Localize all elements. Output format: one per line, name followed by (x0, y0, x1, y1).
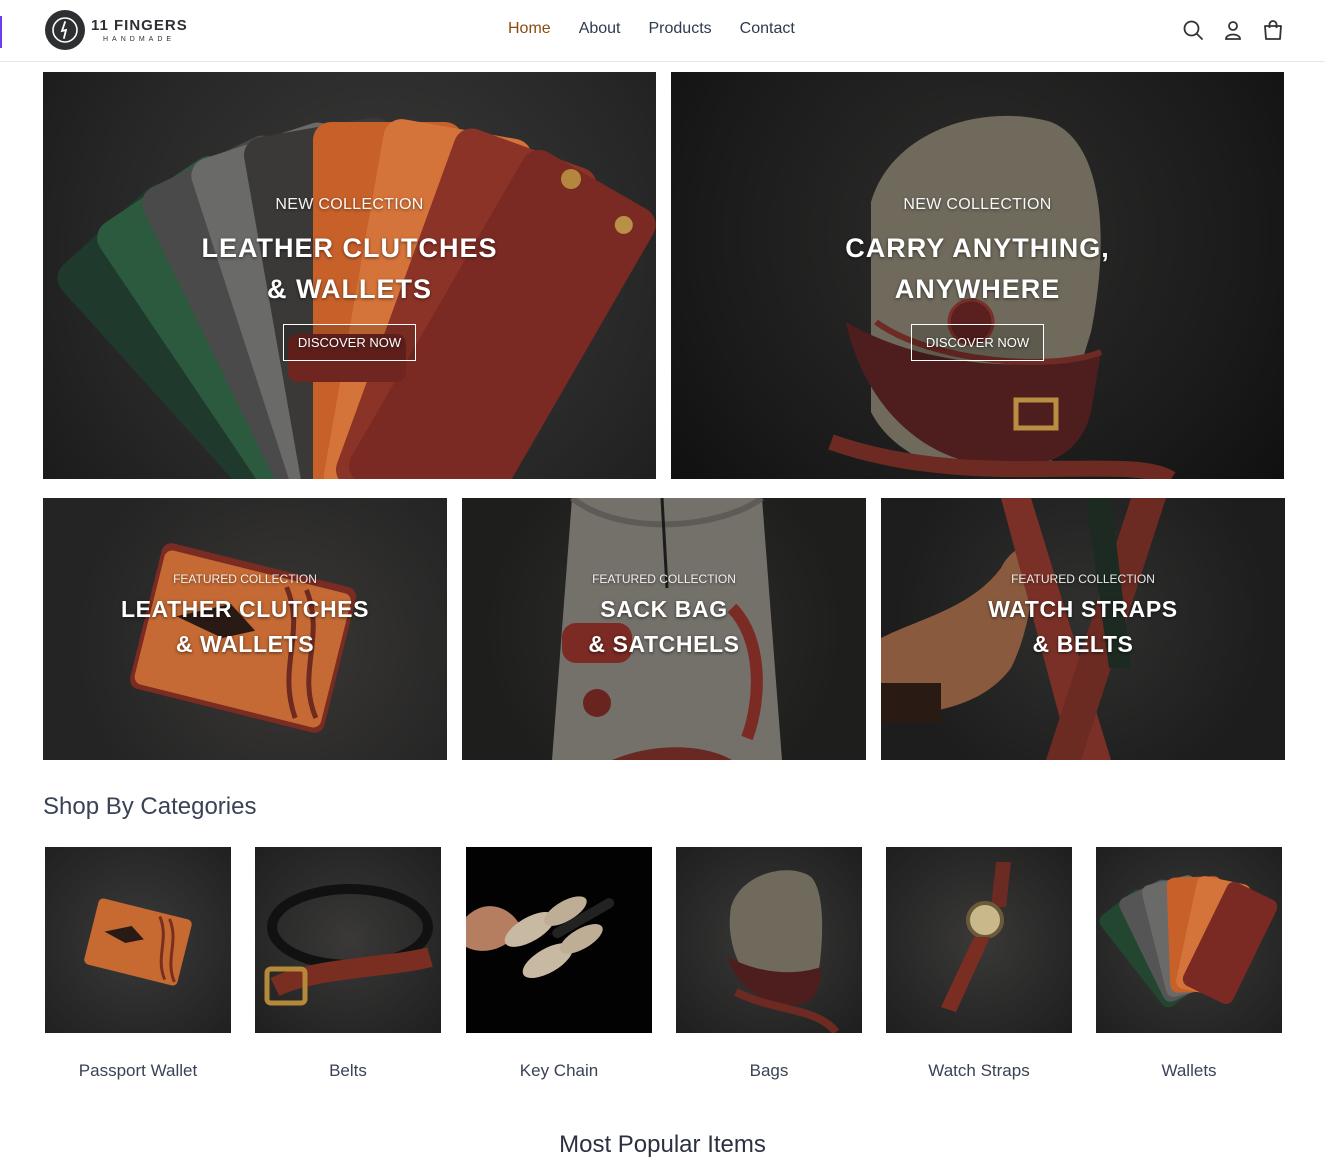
search-icon[interactable] (1181, 18, 1205, 42)
featured-title-line: LEATHER CLUTCHES (120, 596, 370, 622)
category-passport-wallet[interactable]: Passport Wallet (45, 847, 231, 1081)
nav-contact[interactable]: Contact (740, 20, 795, 38)
featured-kicker: FEATURED COLLECTION (592, 572, 736, 586)
featured-watch-straps[interactable]: FEATURED COLLECTION WATCH STRAPS & BELTS (881, 498, 1285, 760)
passport-wallet-image (45, 847, 231, 1033)
featured-title: SACK BAG & SATCHELS (462, 592, 866, 662)
featured-sack-bags[interactable]: FEATURED COLLECTION SACK BAG & SATCHELS (462, 498, 866, 760)
nav-about[interactable]: About (579, 20, 621, 38)
featured-title-line: & WALLETS (175, 631, 315, 657)
main-nav: Home About Products Contact (508, 20, 795, 38)
discover-now-button[interactable]: DISCOVER NOW (282, 324, 417, 361)
key-chain-image (466, 847, 652, 1033)
logo-badge-icon (45, 10, 85, 50)
category-label[interactable]: Passport Wallet (45, 1061, 231, 1081)
hero-title: CARRY ANYTHING, ANYWHERE (671, 228, 1284, 310)
category-watch-straps[interactable]: Watch Straps (886, 847, 1072, 1081)
category-label[interactable]: Watch Straps (886, 1061, 1072, 1081)
header-actions (1181, 18, 1285, 42)
hero-title-line: & WALLETS (267, 274, 432, 304)
hero-title: LEATHER CLUTCHES & WALLETS (43, 228, 656, 310)
featured-title: LEATHER CLUTCHES & WALLETS (43, 592, 447, 662)
cart-icon[interactable] (1261, 18, 1285, 42)
category-label[interactable]: Wallets (1096, 1061, 1282, 1081)
category-belts[interactable]: Belts (255, 847, 441, 1081)
hero-title-line: ANYWHERE (894, 274, 1061, 304)
hero-title-line: LEATHER CLUTCHES (201, 233, 498, 263)
brand-subtitle: HANDMADE (103, 35, 176, 43)
brand-logo[interactable]: 11 FINGERS HANDMADE (45, 10, 188, 50)
featured-title: WATCH STRAPS & BELTS (881, 592, 1285, 662)
bags-image (676, 847, 862, 1033)
category-label[interactable]: Bags (676, 1061, 862, 1081)
featured-title-line: WATCH STRAPS (988, 596, 1178, 622)
featured-title-line: SACK BAG (600, 596, 728, 622)
edge-marker (0, 16, 2, 48)
wallets-image (1096, 847, 1282, 1033)
belts-image (255, 847, 441, 1033)
category-label[interactable]: Belts (255, 1061, 441, 1081)
category-wallets[interactable]: Wallets (1096, 847, 1282, 1081)
site-header: 11 FINGERS HANDMADE Home About Products … (0, 0, 1325, 62)
featured-title-line: & BELTS (1032, 631, 1134, 657)
hero-title-line: CARRY ANYTHING, (845, 233, 1110, 263)
popular-items-heading: Most Popular Items (559, 1131, 766, 1158)
featured-kicker: FEATURED COLLECTION (173, 572, 317, 586)
nav-home[interactable]: Home (508, 20, 551, 38)
discover-now-button[interactable]: DISCOVER NOW (910, 324, 1045, 361)
watch-straps-image (886, 847, 1072, 1033)
brand-name: 11 FINGERS (91, 16, 188, 34)
category-key-chain[interactable]: Key Chain (466, 847, 652, 1081)
featured-clutches[interactable]: FEATURED COLLECTION LEATHER CLUTCHES & W… (43, 498, 447, 760)
featured-kicker: FEATURED COLLECTION (1011, 572, 1155, 586)
featured-title-line: & SATCHELS (588, 631, 740, 657)
hero-banner-bags[interactable]: NEW COLLECTION CARRY ANYTHING, ANYWHERE … (671, 72, 1284, 479)
hero-kicker: NEW COLLECTION (275, 196, 424, 213)
category-label[interactable]: Key Chain (466, 1061, 652, 1081)
category-bags[interactable]: Bags (676, 847, 862, 1081)
account-icon[interactable] (1221, 18, 1245, 42)
hero-banner-clutches[interactable]: NEW COLLECTION LEATHER CLUTCHES & WALLET… (43, 72, 656, 479)
nav-products[interactable]: Products (649, 20, 712, 38)
hero-kicker: NEW COLLECTION (903, 196, 1052, 213)
categories-heading: Shop By Categories (43, 793, 257, 820)
